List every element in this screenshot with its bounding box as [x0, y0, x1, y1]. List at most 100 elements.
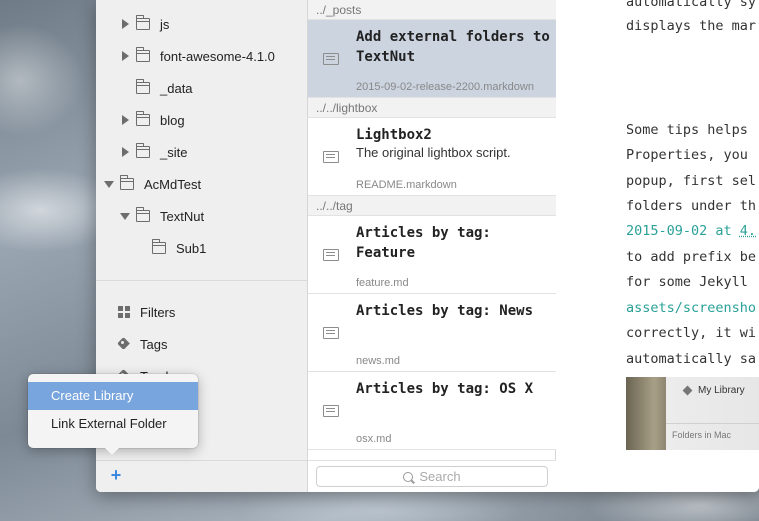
note-group-header: ../../lightbox — [308, 98, 556, 118]
disclosure-down-icon[interactable] — [120, 211, 130, 221]
sidebar-folder-label: AcMdTest — [144, 176, 202, 192]
editor-text-line: to add prefix be — [626, 249, 756, 265]
editor-text-line: Some tips helps — [626, 122, 748, 138]
editor-text-line: assets/screensho — [626, 300, 756, 316]
editor-text-line: folders under th — [626, 198, 756, 214]
folder-icon — [135, 111, 150, 126]
note-item[interactable]: Articles by tag: Feature feature.md — [308, 216, 556, 294]
folder-icon — [135, 79, 150, 94]
embedded-screenshot-image: My Library Folders in Mac — [626, 377, 759, 450]
sidebar-folder-label: js — [160, 16, 170, 32]
note-group-header: ../../tag — [308, 196, 556, 216]
editor-text-line: automatically sy — [626, 0, 756, 10]
folder-icon — [135, 143, 150, 158]
editor-text: folders under th — [626, 198, 757, 214]
editor-text: 2015-09-02 at — [626, 223, 740, 239]
sidebar-item-label: Filters — [140, 304, 176, 320]
tag-icon — [118, 338, 130, 350]
note-filename: feature.md — [356, 277, 409, 289]
editor-link[interactable]: 4. — [740, 223, 756, 239]
note-title: Articles by tag: OS X — [356, 381, 534, 397]
editor-text: for some Jekyll — [626, 274, 748, 290]
editor-text-line: 2015-09-02 at 4. — [626, 223, 756, 239]
note-title: Articles by tag: Feature — [356, 225, 491, 261]
editor-text: displays the mar — [626, 18, 757, 34]
document-icon — [323, 151, 339, 163]
editor-text: assets/screensho — [626, 300, 757, 316]
image-folders-label: Folders in Mac — [672, 430, 732, 440]
folder-icon — [135, 15, 150, 30]
image-library-label: My Library — [698, 385, 745, 396]
note-group-header: ../_posts — [308, 0, 556, 20]
sidebar-folder-label: _data — [160, 80, 193, 96]
sidebar-folder-item[interactable]: TextNut — [96, 200, 307, 232]
sidebar-folder-label: TextNut — [160, 208, 205, 224]
editor-text: correctly, it wi — [626, 325, 757, 341]
menu-item-create-library[interactable]: Create Library — [28, 382, 198, 410]
sidebar-folder-item[interactable]: js — [96, 8, 307, 40]
sidebar-folder-item[interactable]: font-awesome-4.1.0 — [96, 40, 307, 72]
folder-icon — [151, 239, 166, 254]
editor-text-line: automatically sa — [626, 351, 756, 367]
disclosure-down-icon[interactable] — [104, 179, 114, 189]
editor-text: Properties, you — [626, 147, 748, 163]
note-item[interactable]: Articles by tag: OS X osx.md — [308, 372, 556, 450]
editor-pane[interactable]: automatically sy displays the mar Some tip… — [557, 0, 759, 492]
disclosure-right-icon[interactable] — [120, 115, 130, 125]
editor-text-line: displays the mar — [626, 18, 756, 34]
disclosure-right-icon[interactable] — [120, 19, 130, 29]
sidebar-folder-label: _site — [160, 144, 188, 160]
document-icon — [323, 405, 339, 417]
sidebar-folder-item[interactable]: blog — [96, 104, 307, 136]
folder-icon — [135, 47, 150, 62]
grid-icon — [118, 306, 130, 318]
disclosure-right-icon[interactable] — [120, 147, 130, 157]
sidebar-folder-label: font-awesome-4.1.0 — [160, 48, 275, 64]
folder-icon — [119, 175, 134, 190]
note-filename: osx.md — [356, 433, 392, 445]
sidebar-divider — [96, 280, 307, 281]
menu-item-link-external-folder[interactable]: Link External Folder — [28, 410, 198, 438]
note-item[interactable]: Articles by tag: News news.md — [308, 294, 556, 372]
search-bar: Search — [308, 460, 556, 492]
sidebar-folder-item[interactable]: _data — [96, 72, 307, 104]
sidebar-folder-item[interactable]: AcMdTest — [96, 168, 307, 200]
sidebar-item-label: Tags — [140, 336, 168, 352]
document-icon — [323, 327, 339, 339]
disclosure-right-icon[interactable] — [120, 51, 130, 61]
note-filename: README.markdown — [356, 179, 457, 191]
sidebar-folder-item[interactable]: Sub1 — [96, 232, 307, 264]
search-input[interactable]: Search — [316, 466, 548, 487]
note-list: ../_posts Add external folders to TextNut… — [308, 0, 556, 492]
sidebar-item-filters[interactable]: Filters — [96, 297, 307, 327]
note-filename: 2015-09-02-release-2200.markdown — [356, 81, 534, 93]
note-item[interactable]: Lightbox2 The original lightbox script. RE… — [308, 118, 556, 196]
sidebar-folder-label: blog — [160, 112, 185, 128]
sidebar-item-tags[interactable]: Tags — [96, 329, 307, 359]
sidebar-folder-item[interactable]: _site — [96, 136, 307, 168]
search-placeholder: Search — [419, 469, 461, 484]
sidebar-folder-label: Sub1 — [176, 240, 207, 256]
image-divider — [666, 423, 759, 424]
editor-text: Some tips helps — [626, 122, 748, 138]
document-icon — [323, 249, 339, 261]
note-title: Lightbox2 — [356, 127, 432, 143]
editor-text: popup, first sel — [626, 173, 757, 189]
add-button[interactable]: + — [106, 466, 126, 486]
editor-text: automatically sy — [626, 0, 757, 10]
editor-text-line: Properties, you — [626, 147, 748, 163]
search-icon — [403, 472, 414, 482]
document-icon — [323, 53, 339, 65]
editor-text: to add prefix be — [626, 249, 757, 265]
note-item[interactable]: Add external folders to TextNut 2015-09-0… — [308, 20, 556, 98]
note-title: Articles by tag: News — [356, 303, 534, 319]
folder-icon — [135, 207, 150, 222]
note-title: Add external folders to TextNut — [356, 29, 550, 65]
editor-text: automatically sa — [626, 351, 757, 367]
note-subtitle: The original lightbox script. — [356, 145, 511, 160]
note-filename: news.md — [356, 355, 401, 367]
editor-text-line: popup, first sel — [626, 173, 756, 189]
editor-text-line: for some Jekyll — [626, 274, 748, 290]
